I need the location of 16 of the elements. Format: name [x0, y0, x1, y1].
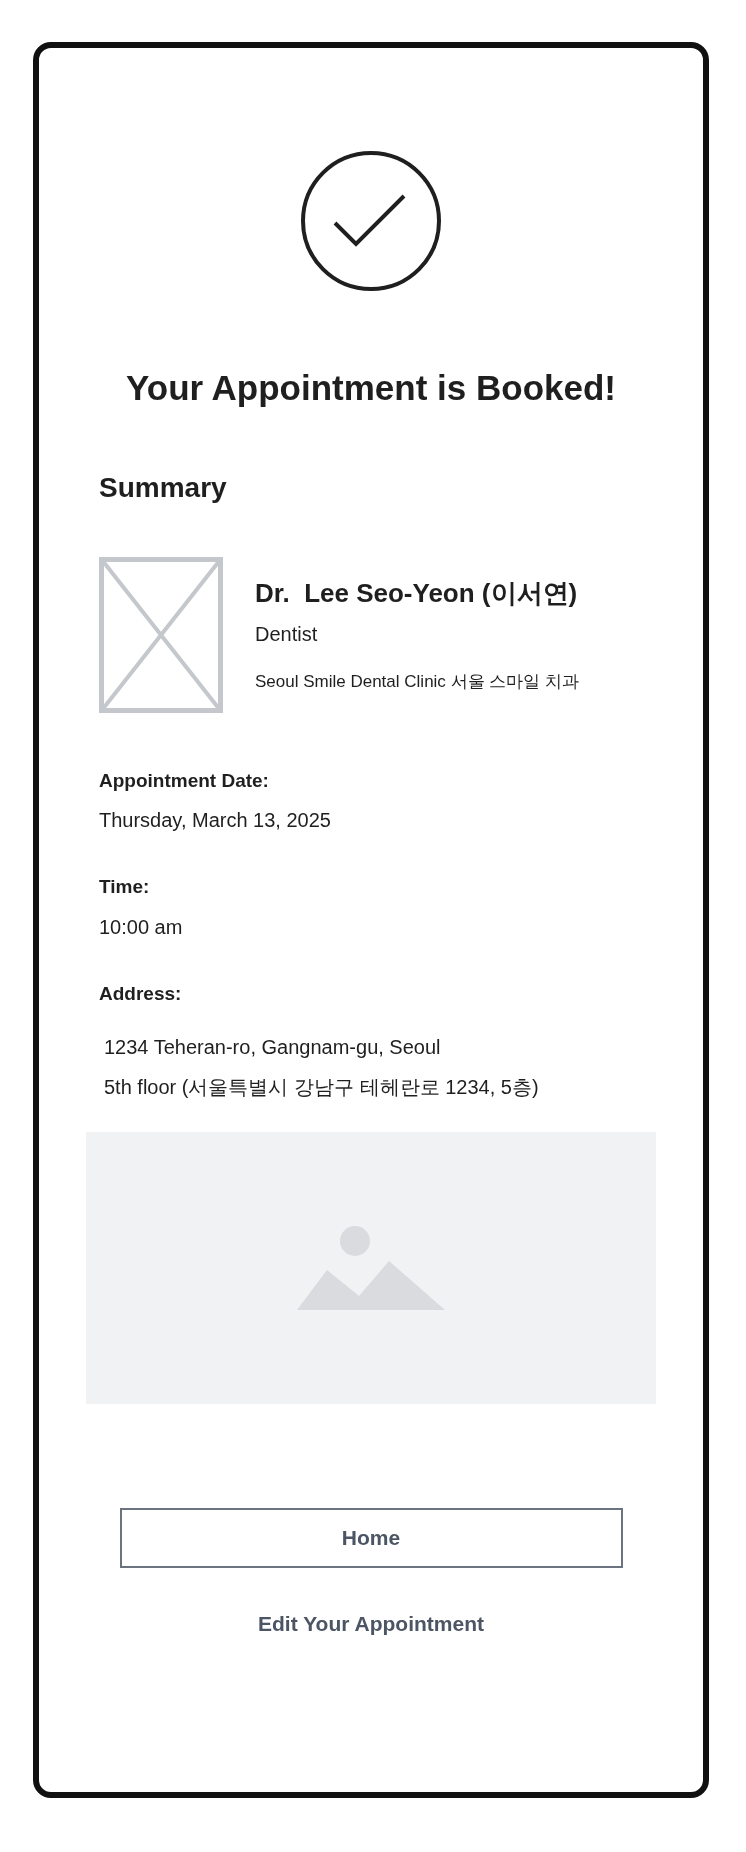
detail-value: 10:00 am — [99, 914, 184, 940]
detail-value: 1234 Teheran-ro, Gangnam-gu, Seoul — [104, 1035, 442, 1060]
detail-value: 5th floor (서울특별시 강남구 테헤란로 1234, 5층) — [104, 1075, 540, 1100]
detail-label: Time: — [99, 875, 151, 899]
clinic-name: Seoul Smile Dental Clinic 서울 스마일 치과 — [255, 671, 580, 694]
doctor-name: Dr. Lee Seo-Yeon (이서연) — [255, 577, 579, 611]
home-button[interactable]: Home — [119, 1508, 623, 1568]
doctor-specialty: Dentist — [255, 622, 319, 648]
detail-value: Thursday, March 13, 2025 — [99, 808, 332, 833]
summary-heading: Summary — [99, 470, 227, 505]
edit-appointment-link[interactable]: Edit Your Appointment — [258, 1608, 484, 1640]
checkmark-circle-icon — [300, 150, 442, 292]
detail-label: Appointment Date: — [99, 768, 270, 793]
detail-label: Address: — [99, 981, 183, 1006]
image-icon — [297, 1226, 445, 1310]
confirmation-title: Your Appointment is Booked! — [125, 367, 617, 409]
